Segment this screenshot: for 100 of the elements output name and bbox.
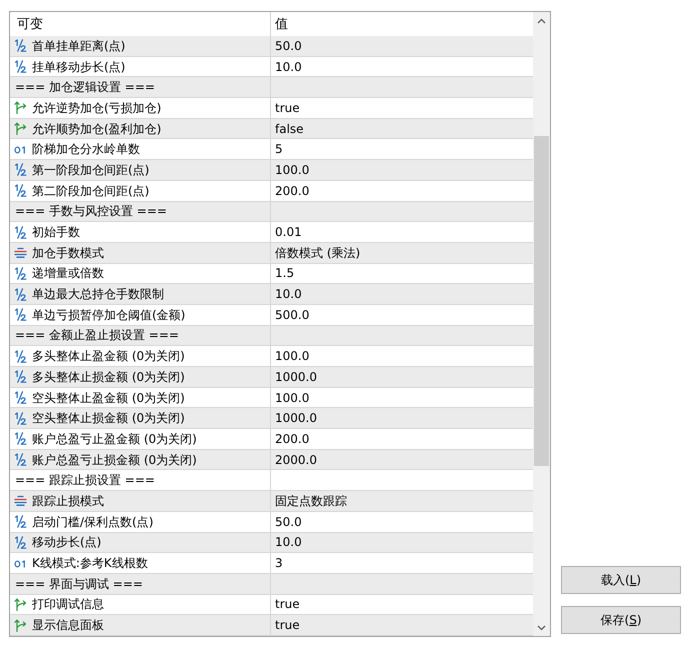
parameter-value: 200.0 [275,432,310,446]
parameter-name: 单边最大总持仓手数限制 [32,287,164,302]
parameter-row[interactable]: 空头整体止损金额 (0为关闭) 1000.0 [10,408,533,430]
parameter-name: 启动门槛/保利点数(点) [32,514,154,529]
parameter-name: 空头整体止盈金额 (0为关闭) [32,390,185,405]
list-lines-icon [14,494,27,508]
chevron-up-icon[interactable] [537,18,546,24]
save-button[interactable]: 保存(S) [561,606,681,634]
parameter-value: 0.01 [275,225,302,240]
parameter-value: true [275,100,300,115]
parameter-name: 首单挂单距离(点) [32,38,126,53]
parameter-value: 10.0 [275,60,302,74]
fork-arrow-icon [14,122,27,136]
fraction-icon [14,163,27,176]
fraction-icon [14,308,27,322]
parameter-value: 100.0 [275,390,310,405]
parameter-value: 10.0 [275,535,302,550]
parameter-name: 账户总盈亏止盈金额 (0为关闭) [32,432,197,446]
fraction-icon [14,391,27,404]
column-header[interactable]: 值 [275,15,288,33]
parameter-name: 多头整体止盈金额 (0为关闭) [32,349,185,364]
parameter-row[interactable]: 账户总盈亏止盈金额 (0为关闭) 200.0 [10,429,533,450]
fork-arrow-icon [14,618,27,632]
section-row[interactable]: === 界面与调试 === [10,574,533,595]
parameter-row[interactable]: 单边亏损暂停加仓阈值(金额) 500.0 [10,304,533,326]
parameter-row[interactable]: 首单挂单距离(点) 50.0 [10,36,533,57]
parameter-row[interactable]: 挂单移动步长(点) 10.0 [10,56,533,78]
parameter-row[interactable]: 空头整体止盈金额 (0为关闭) 100.0 [10,388,533,408]
fraction-icon [14,266,27,280]
parameter-row[interactable]: 阶梯加仓分水岭单数 5 [10,139,533,160]
section-row[interactable]: === 加仓逻辑设置 === [10,77,533,98]
parameter-row[interactable]: 第二阶段加仓间距(点) 200.0 [10,180,533,202]
parameter-value: 2000.0 [275,452,317,467]
fraction-icon [14,453,27,466]
parameter-row[interactable]: 启动门槛/保利点数(点) 50.0 [10,512,533,532]
parameter-row[interactable]: 递增量或倍数 1.5 [10,264,533,284]
section-heading: === 金额止盈止损设置 === [15,328,179,342]
parameter-row[interactable]: 第一阶段加仓间距(点) 100.0 [10,160,533,181]
parameter-value: 100.0 [275,349,310,364]
fraction-icon [14,350,27,363]
parameter-row[interactable]: 显示信息面板 true [10,615,533,636]
parameter-value: 200.0 [275,184,310,198]
parameter-value: 3 [275,556,283,570]
parameter-name: 移动步长(点) [32,535,102,550]
vertical-scrollbar[interactable] [533,12,550,636]
parameter-value: 50.0 [275,38,302,53]
parameter-row[interactable]: 单边最大总持仓手数限制 10.0 [10,284,533,305]
fraction-icon [14,515,27,528]
parameter-name: 第一阶段加仓间距(点) [32,162,150,177]
parameter-row[interactable]: 多头整体止盈金额 (0为关闭) 100.0 [10,346,533,367]
section-row[interactable]: === 手数与风控设置 === [10,202,533,222]
column-header[interactable]: 可变 [17,15,43,33]
parameter-value: 500.0 [275,308,310,322]
chevron-down-icon[interactable] [537,624,546,630]
fraction-icon [14,184,27,198]
parameter-name: 显示信息面板 [32,618,104,632]
parameter-name: 允许逆势加仓(亏损加仓) [32,100,162,115]
parameter-value: false [275,122,304,136]
parameter-value: 5 [275,142,283,156]
parameter-value: 倍数模式 (乘法) [275,246,360,260]
list-lines-icon [14,246,27,260]
fraction-icon [14,432,27,446]
parameter-value: 100.0 [275,162,310,177]
parameter-name: 空头整体止损金额 (0为关闭) [32,411,185,426]
scrollbar-thumb[interactable] [534,136,549,466]
parameter-name: 加仓手数模式 [32,246,104,260]
parameter-value: 10.0 [275,287,302,302]
parameter-value: 1000.0 [275,370,317,384]
parameter-row[interactable]: 允许逆势加仓(亏损加仓) true [10,98,533,119]
section-row[interactable]: === 金额止盈止损设置 === [10,326,533,346]
parameter-row[interactable]: K线模式:参考K线根数 3 [10,553,533,574]
parameter-name: 递增量或倍数 [32,266,104,280]
fork-arrow-icon [14,101,27,114]
fraction-icon [14,288,27,301]
section-heading: === 加仓逻辑设置 === [15,80,155,94]
parameter-row[interactable]: 跟踪止损模式 固定点数跟踪 [10,491,533,512]
parameter-row[interactable]: 加仓手数模式 倍数模式 (乘法) [10,242,533,264]
fraction-icon [14,226,27,239]
fraction-icon [14,60,27,74]
parameter-value: 1000.0 [275,411,317,426]
section-heading: === 跟踪止损设置 === [15,473,155,488]
parameter-row[interactable]: 初始手数 0.01 [10,222,533,243]
load-button[interactable]: 载入(L) [561,566,681,594]
parameter-row[interactable]: 打印调试信息 true [10,594,533,616]
parameter-row[interactable]: 允许顺势加仓(盈利加仓) false [10,118,533,140]
parameter-name: 账户总盈亏止损金额 (0为关闭) [32,452,197,467]
parameter-name: K线模式:参考K线根数 [32,556,148,570]
fraction-icon [14,370,27,384]
parameter-row[interactable]: 多头整体止损金额 (0为关闭) 1000.0 [10,367,533,388]
parameter-name: 挂单移动步长(点) [32,60,126,74]
parameter-value: 固定点数跟踪 [275,494,347,508]
parameter-row[interactable]: 账户总盈亏止损金额 (0为关闭) 2000.0 [10,450,533,470]
fraction-icon [14,536,27,549]
fork-arrow-icon [14,598,27,611]
parameter-name: 打印调试信息 [32,597,104,612]
parameter-name: 单边亏损暂停加仓阈值(金额) [32,308,186,322]
parameter-name: 初始手数 [32,225,80,240]
parameter-row[interactable]: 移动步长(点) 10.0 [10,532,533,554]
fraction-icon [14,39,27,52]
fraction-icon [14,412,27,425]
